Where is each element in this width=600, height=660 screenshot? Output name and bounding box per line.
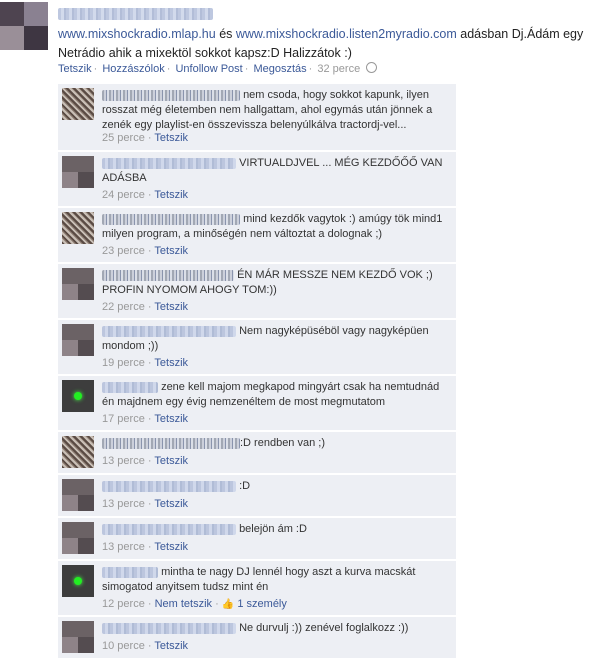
comment: VIRTUALDJVEL ... MÉG KEZDŐŐŐ VAN ADÁSBA … bbox=[58, 152, 456, 207]
commenter-name[interactable] bbox=[102, 213, 240, 225]
commenter-avatar[interactable] bbox=[62, 522, 94, 554]
post-connector: és bbox=[219, 27, 233, 41]
comment: zene kell majom megkapod mingyárt csak h… bbox=[58, 376, 456, 431]
comment-like-link[interactable]: Tetszik bbox=[154, 541, 188, 553]
comment: nem csoda, hogy sokkot kapunk, ilyen ros… bbox=[58, 84, 456, 151]
comment-time[interactable]: 13 perce bbox=[102, 541, 145, 553]
comment-text: belejön ám :D bbox=[239, 523, 307, 535]
post-timestamp[interactable]: 32 perce bbox=[317, 63, 360, 75]
commenter-name[interactable] bbox=[102, 437, 240, 449]
commenter-name[interactable] bbox=[102, 157, 236, 169]
commenter-avatar[interactable] bbox=[62, 212, 94, 244]
comment-time[interactable]: 22 perce bbox=[102, 301, 145, 313]
comment-time[interactable]: 19 perce bbox=[102, 357, 145, 369]
comment-like-link[interactable]: Tetszik bbox=[154, 357, 188, 369]
commenter-avatar[interactable] bbox=[62, 565, 94, 597]
commenter-avatar[interactable] bbox=[62, 324, 94, 356]
comment: ÉN MÁR MESSZE NEM KEZDŐ VOK ;) PROFIN NY… bbox=[58, 264, 456, 319]
commenter-name[interactable] bbox=[102, 269, 234, 281]
commenter-avatar[interactable] bbox=[62, 621, 94, 653]
comment: :D rendben van ;) 13 perce · Tetszik bbox=[58, 432, 456, 474]
comment-like-link[interactable]: Tetszik bbox=[154, 640, 188, 652]
commenter-avatar[interactable] bbox=[62, 156, 94, 188]
poster-avatar[interactable] bbox=[0, 2, 48, 50]
comment-time[interactable]: 23 perce bbox=[102, 245, 145, 257]
post-body: www.mixshockradio.mlap.hu és www.mixshoc… bbox=[58, 4, 600, 63]
comment-time[interactable]: 10 perce bbox=[102, 640, 145, 652]
commenter-name[interactable] bbox=[102, 89, 240, 101]
comment-text: :D bbox=[239, 480, 251, 492]
comment-like-link[interactable]: Tetszik bbox=[154, 245, 188, 257]
comment-time[interactable]: 17 perce bbox=[102, 413, 145, 425]
share-link[interactable]: Megosztás bbox=[253, 63, 306, 75]
commenter-avatar[interactable] bbox=[62, 380, 94, 412]
commenter-name[interactable] bbox=[102, 622, 236, 634]
comment: mind kezdők vagytok :) amúgy tök mind1 m… bbox=[58, 208, 456, 263]
comment-like-link[interactable]: Tetszik bbox=[154, 301, 188, 313]
comment-time[interactable]: 24 perce bbox=[102, 189, 145, 201]
comment-like-link[interactable]: Tetszik bbox=[154, 498, 188, 510]
commenter-name[interactable] bbox=[102, 566, 158, 578]
post-text-1: adásban Dj.Ádám egy bbox=[460, 27, 584, 41]
thumbs-up-icon: 👍 bbox=[221, 599, 235, 610]
commenter-name[interactable] bbox=[102, 480, 236, 492]
comment-time[interactable]: 25 perce bbox=[102, 132, 145, 144]
comment-like-link[interactable]: Tetszik bbox=[154, 455, 188, 467]
comment-time[interactable]: 13 perce bbox=[102, 498, 145, 510]
comment-like-link[interactable]: Tetszik bbox=[154, 189, 188, 201]
comment-time[interactable]: 12 perce bbox=[102, 598, 145, 610]
commenter-name[interactable] bbox=[102, 325, 236, 337]
poster-name[interactable] bbox=[58, 7, 213, 20]
commenter-name[interactable] bbox=[102, 523, 236, 535]
commenter-avatar[interactable] bbox=[62, 479, 94, 511]
commenter-name[interactable] bbox=[102, 381, 158, 393]
comment-time[interactable]: 13 perce bbox=[102, 455, 145, 467]
globe-icon bbox=[366, 62, 378, 73]
comment-text: Ne durvulj :)) zenével foglalkozz :)) bbox=[239, 622, 409, 634]
comment-like-link[interactable]: Tetszik bbox=[154, 413, 188, 425]
comment: mintha te nagy DJ lennél hogy aszt a kur… bbox=[58, 561, 456, 616]
post-text-2: Netrádio ahik a mixektöl sokkot kapsz:D … bbox=[58, 46, 352, 60]
commenter-avatar[interactable] bbox=[62, 88, 94, 120]
comment-link[interactable]: Hozzászólok bbox=[102, 63, 164, 75]
comment-like-link[interactable]: Tetszik bbox=[154, 132, 188, 144]
comment-unlike-link[interactable]: Nem tetszik bbox=[155, 598, 212, 610]
comment: :D 13 perce · Tetszik bbox=[58, 475, 456, 517]
comment: Ne durvulj :)) zenével foglalkozz :)) 10… bbox=[58, 617, 456, 659]
comment-text: :D rendben van ;) bbox=[240, 437, 325, 449]
post-link-mlap[interactable]: www.mixshockradio.mlap.hu bbox=[58, 27, 216, 41]
like-link[interactable]: Tetszik bbox=[58, 63, 92, 75]
commenter-avatar[interactable] bbox=[62, 436, 94, 468]
post-actions: Tetszik · Hozzászólok · Unfollow Post · Meg… bbox=[58, 62, 378, 75]
commenter-avatar[interactable] bbox=[62, 268, 94, 300]
comment: Nem nagyképüséböl vagy nagyképüen mondom… bbox=[58, 320, 456, 375]
unfollow-post-link[interactable]: Unfollow Post bbox=[175, 63, 242, 75]
post-link-listen2myradio[interactable]: www.mixshockradio.listen2myradio.com bbox=[236, 27, 457, 41]
comment: belejön ám :D 13 perce · Tetszik bbox=[58, 518, 456, 560]
comment-likes-count[interactable]: 1 személy bbox=[237, 598, 287, 610]
